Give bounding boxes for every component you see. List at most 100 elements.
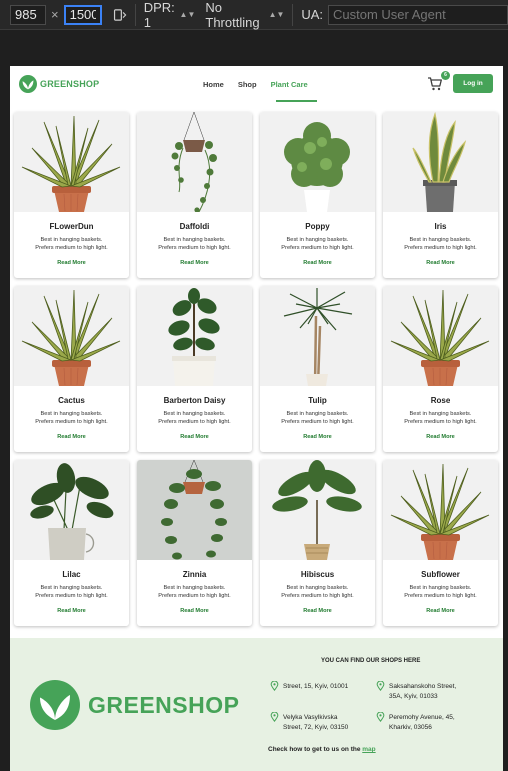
- product-description-line: Best in hanging baskets.: [163, 237, 226, 243]
- product-image[interactable]: [14, 286, 129, 386]
- product-description-line: Best in hanging baskets.: [409, 411, 472, 417]
- product-description-line: Prefers medium to high light.: [158, 245, 231, 251]
- product-description: Best in hanging baskets. Prefers medium …: [137, 410, 252, 426]
- product-image[interactable]: [137, 112, 252, 212]
- shop-address: Peremohy Avenue, 45, Kharkiv, 03056: [376, 712, 455, 733]
- product-card[interactable]: Lilac Best in hanging baskets. Prefers m…: [14, 460, 129, 626]
- product-image[interactable]: [137, 286, 252, 386]
- product-description: Best in hanging baskets. Prefers medium …: [137, 236, 252, 252]
- toolbar-divider: [292, 3, 294, 26]
- product-description-line: Best in hanging baskets.: [40, 411, 103, 417]
- product-description-line: Prefers medium to high light.: [281, 593, 354, 599]
- dpr-select-value: DPR: 1: [143, 0, 175, 30]
- viewport-width-input[interactable]: [10, 4, 46, 25]
- product-card[interactable]: Rose Best in hanging baskets. Prefers me…: [383, 286, 498, 452]
- read-more-link[interactable]: Read More: [137, 608, 252, 614]
- user-agent-input[interactable]: [327, 4, 508, 25]
- plant-image-icon: [272, 460, 362, 560]
- plant-image-icon: [283, 288, 353, 386]
- footer-brand-logo[interactable]: GREENSHOP: [30, 680, 239, 730]
- product-card[interactable]: Barberton Daisy Best in hanging baskets.…: [137, 286, 252, 452]
- product-card[interactable]: Zinnia Best in hanging baskets. Prefers …: [137, 460, 252, 626]
- product-description: Best in hanging baskets. Prefers medium …: [260, 236, 375, 252]
- address-line: Street, 72, Kyiv, 03150: [283, 724, 349, 731]
- product-card[interactable]: Poppy Best in hanging baskets. Prefers m…: [260, 112, 375, 278]
- read-more-link[interactable]: Read More: [14, 608, 129, 614]
- product-name: Subflower: [421, 570, 460, 579]
- product-description-line: Best in hanging baskets.: [163, 411, 226, 417]
- product-image[interactable]: [260, 286, 375, 386]
- product-card[interactable]: Iris Best in hanging baskets. Prefers me…: [383, 112, 498, 278]
- map-link[interactable]: map: [362, 746, 375, 753]
- location-pin-icon: [376, 712, 385, 722]
- read-more-link[interactable]: Read More: [137, 260, 252, 266]
- product-description: Best in hanging baskets. Prefers medium …: [14, 584, 129, 600]
- product-name: Lilac: [62, 570, 81, 579]
- rotate-device-icon[interactable]: [112, 6, 127, 24]
- product-description: Best in hanging baskets. Prefers medium …: [383, 410, 498, 426]
- product-description-line: Prefers medium to high light.: [281, 245, 354, 251]
- dpr-select[interactable]: DPR: 1 ▲▼: [144, 0, 196, 30]
- menu-item-shop[interactable]: Shop: [238, 80, 257, 89]
- product-card[interactable]: Subflower Best in hanging baskets. Prefe…: [383, 460, 498, 626]
- product-card[interactable]: Hibiscus Best in hanging baskets. Prefer…: [260, 460, 375, 626]
- product-description: Best in hanging baskets. Prefers medium …: [383, 236, 498, 252]
- product-card[interactable]: Tulip Best in hanging baskets. Prefers m…: [260, 286, 375, 452]
- read-more-link[interactable]: Read More: [14, 434, 129, 440]
- menu-item-home[interactable]: Home: [203, 80, 224, 89]
- address-line: Kharkiv, 03056: [389, 724, 432, 731]
- product-image[interactable]: [383, 286, 498, 386]
- map-directions-text: Check how to get to us on the: [268, 746, 361, 753]
- product-card[interactable]: Daffoldi Best in hanging baskets. Prefer…: [137, 112, 252, 278]
- address-line: Saksahanskoho Street,: [389, 683, 457, 690]
- throttling-select[interactable]: No Throttling ▲▼: [205, 0, 284, 30]
- read-more-link[interactable]: Read More: [260, 608, 375, 614]
- product-description-line: Prefers medium to high light.: [158, 593, 231, 599]
- viewport-height-input[interactable]: [63, 4, 102, 25]
- product-name: Tulip: [308, 396, 327, 405]
- product-card[interactable]: Cactus Best in hanging baskets. Prefers …: [14, 286, 129, 452]
- product-description-line: Best in hanging baskets.: [286, 585, 349, 591]
- read-more-link[interactable]: Read More: [14, 260, 129, 266]
- product-image[interactable]: [260, 112, 375, 212]
- read-more-link[interactable]: Read More: [383, 434, 498, 440]
- site-header: GREENSHOP Home Shop Plant Care 6 Log in: [10, 66, 503, 112]
- plant-image-icon: [171, 112, 217, 212]
- plant-image-icon: [30, 463, 114, 560]
- product-description: Best in hanging baskets. Prefers medium …: [137, 584, 252, 600]
- address-line: Street, 15, Kyiv, 01001: [283, 683, 349, 690]
- product-image[interactable]: [14, 112, 129, 212]
- product-description-line: Prefers medium to high light.: [35, 245, 108, 251]
- map-directions: Check how to get to us on the map: [268, 746, 376, 753]
- product-description-line: Prefers medium to high light.: [35, 419, 108, 425]
- shop-address: Street, 15, Kyiv, 01001: [270, 681, 349, 692]
- product-image[interactable]: [260, 460, 375, 560]
- product-grid: FLowerDun Best in hanging baskets. Prefe…: [14, 112, 500, 626]
- cart-icon[interactable]: [427, 76, 443, 92]
- read-more-link[interactable]: Read More: [383, 260, 498, 266]
- brand-logo[interactable]: GREENSHOP: [19, 75, 99, 93]
- read-more-link[interactable]: Read More: [137, 434, 252, 440]
- product-description-line: Best in hanging baskets.: [40, 237, 103, 243]
- read-more-link[interactable]: Read More: [260, 434, 375, 440]
- login-button[interactable]: Log in: [453, 74, 493, 93]
- plant-image-icon: [284, 122, 350, 212]
- address-line: Peremohy Avenue, 45,: [389, 714, 455, 721]
- read-more-link[interactable]: Read More: [260, 260, 375, 266]
- product-card[interactable]: FLowerDun Best in hanging baskets. Prefe…: [14, 112, 129, 278]
- product-description-line: Best in hanging baskets.: [163, 585, 226, 591]
- product-name: FLowerDun: [49, 222, 94, 231]
- product-image[interactable]: [383, 460, 498, 560]
- product-image[interactable]: [383, 112, 498, 212]
- product-image[interactable]: [137, 460, 252, 560]
- active-menu-underline: [276, 100, 317, 102]
- ua-label: UA:: [301, 7, 323, 22]
- read-more-link[interactable]: Read More: [383, 608, 498, 614]
- address-line: Velyka Vasylkivska: [283, 714, 338, 721]
- throttling-select-value: No Throttling: [205, 0, 260, 30]
- product-image[interactable]: [14, 460, 129, 560]
- leaf-logo-icon: [19, 75, 37, 93]
- site-footer: GREENSHOP YOU CAN FIND OUR SHOPS HERE St…: [10, 638, 503, 771]
- toolbar-divider: [134, 3, 136, 26]
- menu-item-plant-care[interactable]: Plant Care: [271, 80, 308, 89]
